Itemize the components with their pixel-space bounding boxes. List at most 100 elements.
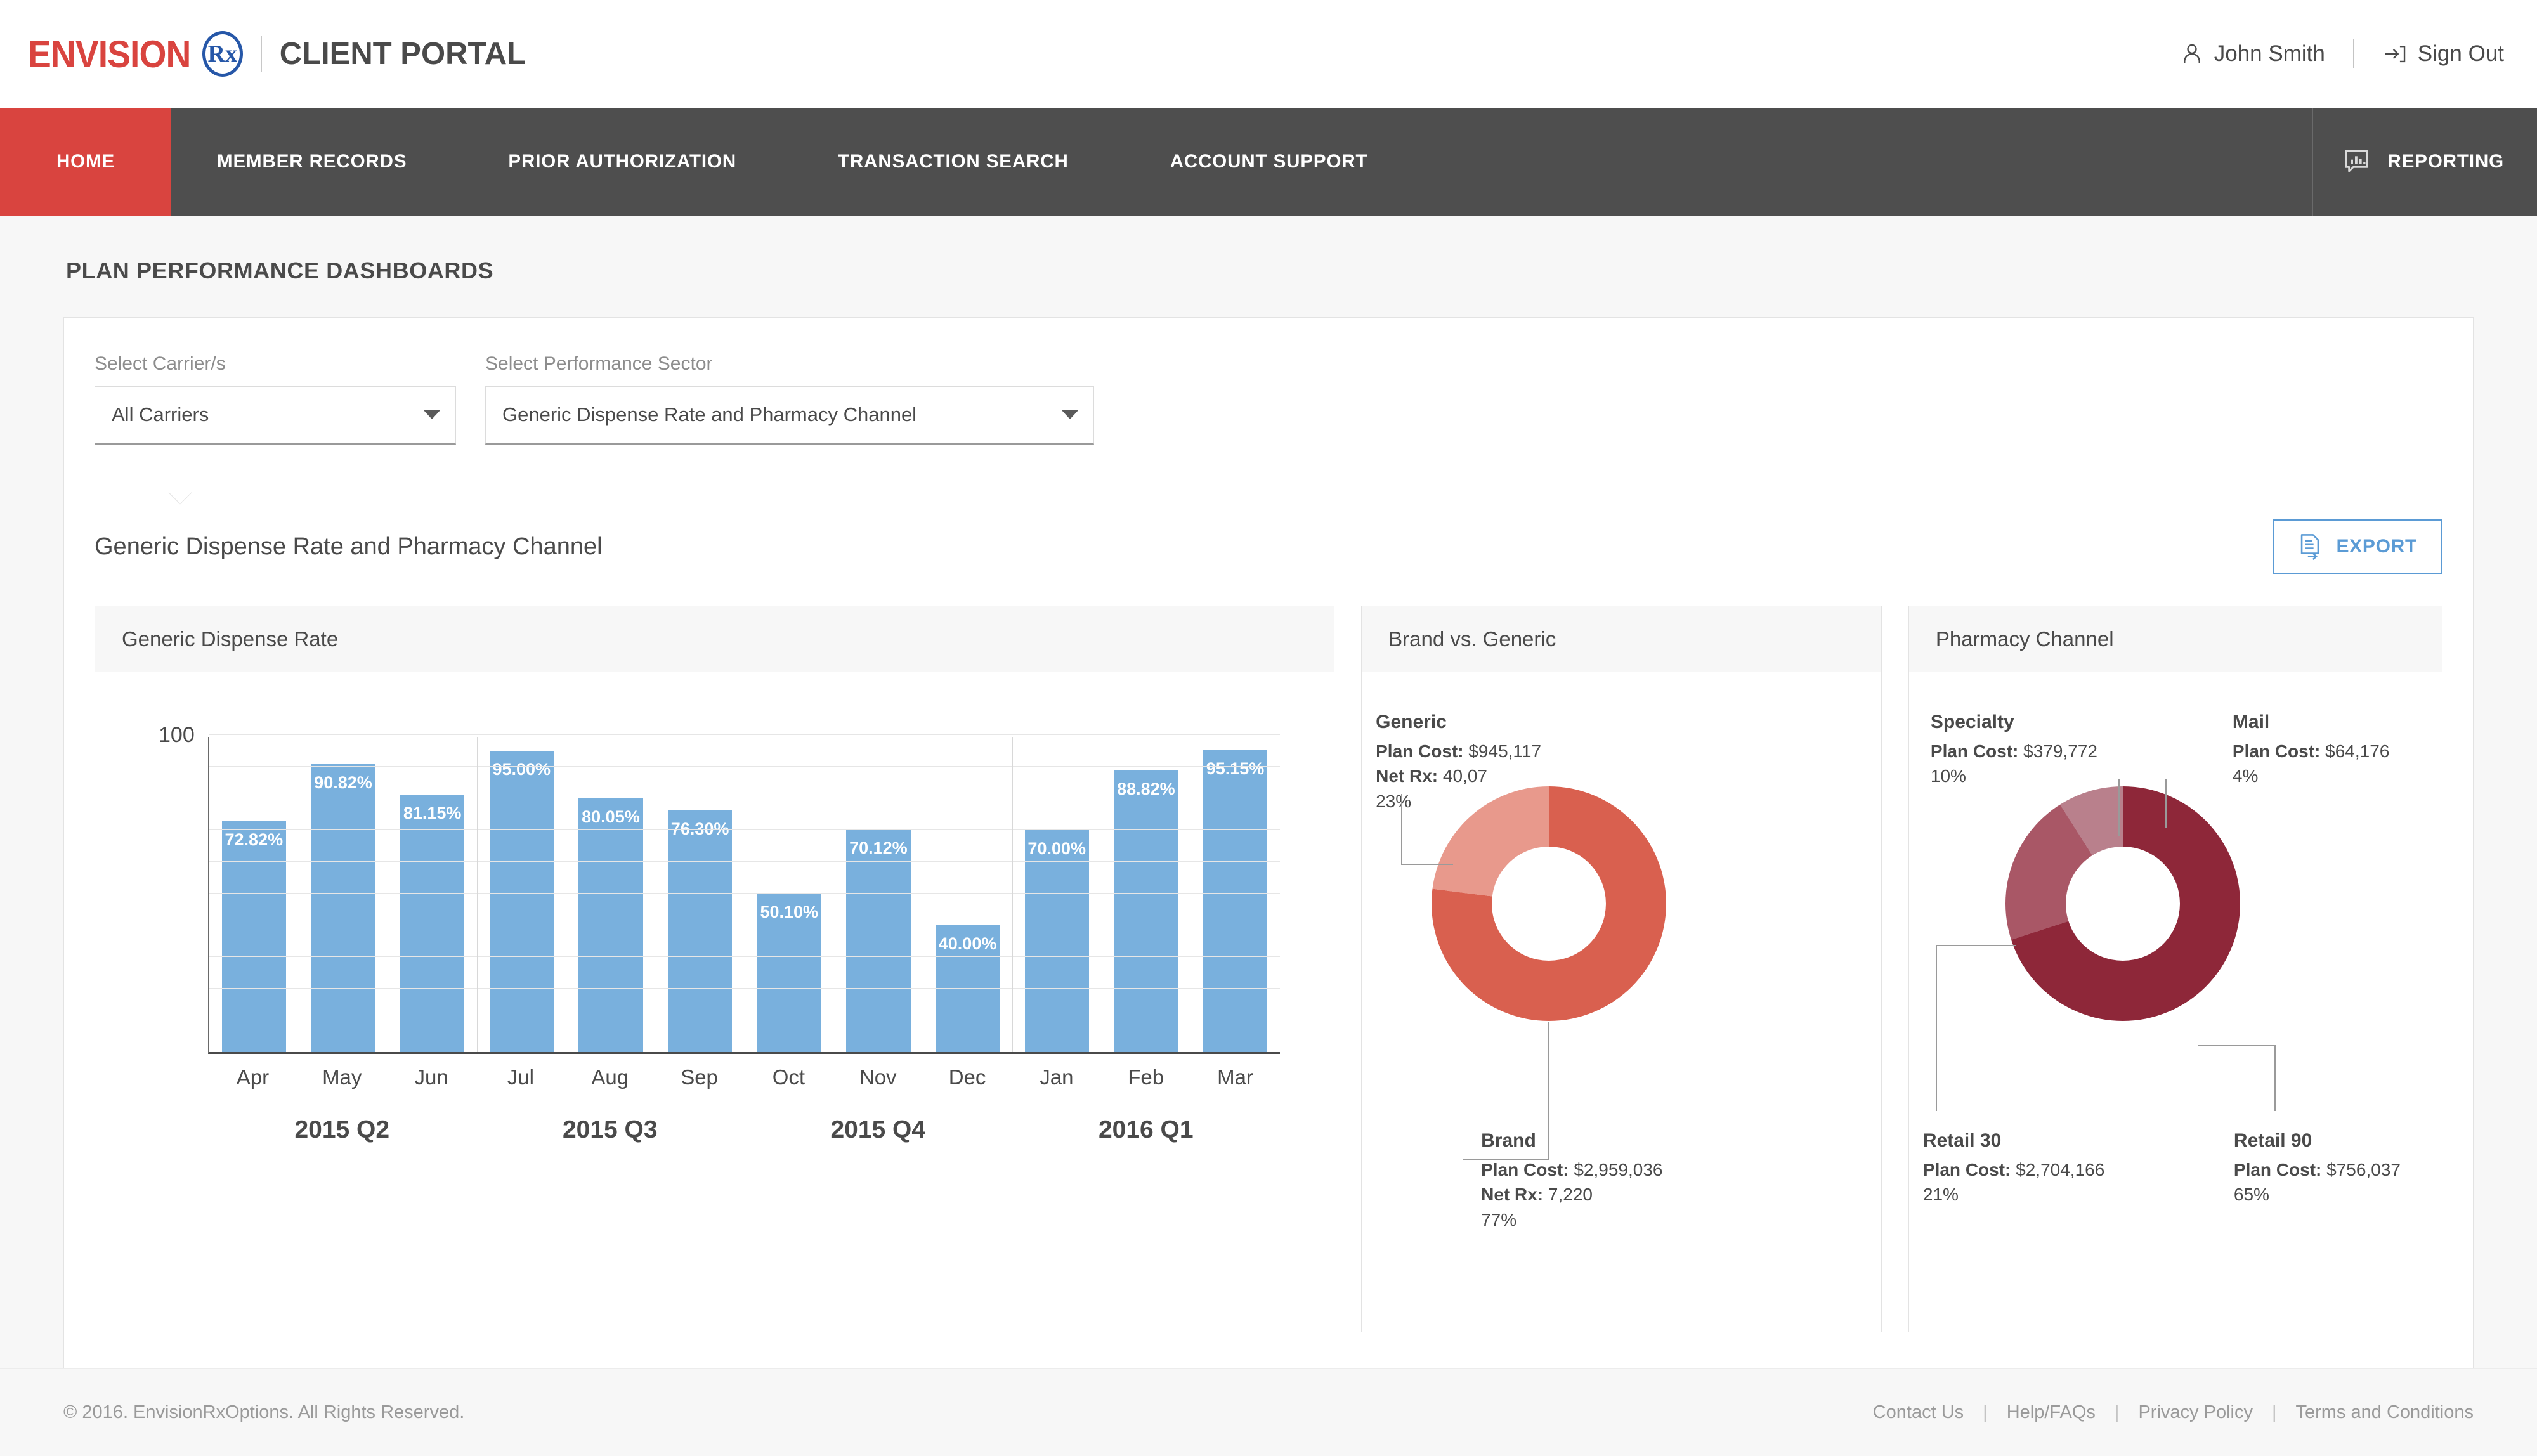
page-title: PLAN PERFORMANCE DASHBOARDS	[66, 257, 494, 283]
x-axis-quarter-label: 2015 Q4	[830, 1116, 926, 1143]
bar-value-label: 72.82%	[225, 829, 284, 849]
callout-generic-net-rx: Net Rx: 40,07	[1376, 764, 1604, 789]
callout-retail-30: Retail 30 Plan Cost: $2,704,166 21%	[1923, 1128, 2139, 1207]
pharmacy-channel-chart: Specialty Plan Cost: $379,772 10% Mail P…	[1909, 672, 2442, 1332]
bar-slot: 81.15%	[388, 737, 477, 1052]
main-navigation: HOME MEMBER RECORDS PRIOR AUTHORIZATION …	[0, 108, 2537, 216]
nav-item-account-support[interactable]: ACCOUNT SUPPORT	[1142, 108, 1396, 216]
bar-slot: 88.82%	[1102, 737, 1191, 1052]
performance-sector-select[interactable]: Generic Dispense Rate and Pharmacy Chann…	[485, 386, 1094, 445]
gridline	[209, 734, 1280, 735]
leader-line-retail30-h	[1935, 945, 2016, 946]
carrier-select[interactable]: All Carriers	[95, 386, 456, 445]
callout-specialty-name: Specialty	[1930, 712, 2014, 732]
callout-retail-90-plan-cost: Plan Cost: $756,037	[2234, 1157, 2449, 1183]
nav-item-reporting[interactable]: REPORTING	[2311, 108, 2537, 216]
plan-cost-label: Plan Cost:	[1481, 1159, 1569, 1180]
callout-generic: Generic Plan Cost: $945,117 Net Rx: 40,0…	[1376, 709, 1604, 814]
bar-value-label: 70.00%	[1027, 839, 1086, 858]
footer-link-help-faqs[interactable]: Help/FAQs	[2007, 1402, 2096, 1423]
x-axis-month-label: Apr	[236, 1065, 270, 1089]
carrier-select-value: All Carriers	[112, 403, 209, 426]
nav-label-prior-authorization: PRIOR AUTHORIZATION	[508, 151, 737, 172]
generic-dispense-rate-card-title: Generic Dispense Rate	[95, 606, 1334, 672]
donut-hole	[1492, 847, 1607, 961]
footer-link-contact-us[interactable]: Contact Us	[1873, 1402, 1964, 1423]
footer-link-privacy-policy[interactable]: Privacy Policy	[2138, 1402, 2253, 1423]
sign-out-button[interactable]: Sign Out	[2382, 41, 2504, 67]
leader-line-brand-v	[1548, 1022, 1550, 1160]
footer-link-terms-and-conditions[interactable]: Terms and Conditions	[2296, 1402, 2474, 1423]
bar[interactable]: 72.82%	[221, 821, 286, 1052]
bar[interactable]: 88.82%	[1114, 770, 1178, 1052]
callout-specialty-percent: 10%	[1930, 766, 1966, 786]
export-document-icon	[2301, 534, 2319, 560]
brand-name: ENVISION	[28, 32, 191, 75]
nav-item-transaction-search[interactable]: TRANSACTION SEARCH	[810, 108, 1097, 216]
copyright-text: © 2016. EnvisionRxOptions. All Rights Re…	[63, 1402, 465, 1422]
donut-hole	[2065, 847, 2180, 961]
callout-mail: Mail Plan Cost: $64,176 4%	[2233, 709, 2442, 789]
footer-links: Contact Us | Help/FAQs | Privacy Policy | Term…	[1873, 1402, 2474, 1423]
plan-cost-value: $2,704,166	[2016, 1159, 2105, 1180]
nav-item-member-records[interactable]: MEMBER RECORDS	[189, 108, 434, 216]
bar[interactable]: 70.12%	[846, 829, 911, 1052]
bar[interactable]: 50.10%	[757, 893, 821, 1052]
callout-generic-plan-cost: Plan Cost: $945,117	[1376, 739, 1604, 764]
bar[interactable]: 76.30%	[667, 810, 733, 1052]
sign-out-label: Sign Out	[2417, 41, 2504, 66]
nav-label-reporting: REPORTING	[2387, 151, 2504, 172]
leader-line-retail30-v	[1935, 945, 1937, 1111]
nav-label-account-support: ACCOUNT SUPPORT	[1170, 151, 1368, 172]
bar-value-label: 40.00%	[938, 934, 997, 953]
plan-cost-label: Plan Cost:	[1922, 1159, 2011, 1180]
bar-value-label: 70.12%	[849, 838, 908, 858]
bar-value-label: 76.30%	[670, 819, 729, 838]
brand-vs-generic-card-title: Brand vs. Generic	[1362, 606, 1881, 672]
x-axis-quarter-label: 2015 Q3	[562, 1116, 658, 1143]
bar[interactable]: 81.15%	[400, 795, 465, 1052]
net-rx-value: 7,220	[1548, 1185, 1593, 1205]
quarter-separator	[1012, 737, 1013, 1052]
nav-label-member-records: MEMBER RECORDS	[217, 151, 407, 172]
x-axis-quarter-label: 2015 Q2	[294, 1116, 390, 1143]
callout-specialty-plan-cost: Plan Cost: $379,772	[1931, 739, 2140, 764]
callout-retail-30-name: Retail 30	[1922, 1130, 2002, 1151]
leader-line-brand-h	[1463, 1159, 1550, 1160]
brand-logo[interactable]: ENVISION Rx CLIENT PORTAL	[28, 31, 526, 77]
section-title: Generic Dispense Rate and Pharmacy Chann…	[95, 533, 603, 560]
bar[interactable]: 90.82%	[311, 764, 375, 1052]
bar[interactable]: 40.00%	[935, 925, 1000, 1052]
user-name: John Smith	[2214, 41, 2325, 66]
x-axis-month-label: Mar	[1217, 1065, 1253, 1089]
chevron-down-icon	[1062, 410, 1078, 419]
bar-slot: 50.10%	[745, 737, 834, 1052]
nav-item-prior-authorization[interactable]: PRIOR AUTHORIZATION	[480, 108, 764, 216]
callout-mail-percent: 4%	[2232, 766, 2259, 786]
user-menu[interactable]: John Smith	[2180, 41, 2325, 67]
nav-item-home[interactable]: HOME	[0, 108, 171, 216]
chevron-down-icon	[424, 410, 440, 419]
export-button[interactable]: EXPORT	[2273, 519, 2442, 574]
bar[interactable]: 95.15%	[1203, 750, 1268, 1052]
x-axis-month-label: Nov	[859, 1065, 897, 1089]
leader-line-retail90-h	[2198, 1045, 2276, 1046]
bar-slot: 95.15%	[1190, 737, 1280, 1052]
bar-value-label: 81.15%	[403, 803, 462, 823]
x-axis-month-label: Jul	[507, 1065, 534, 1089]
bar-value-label: 95.00%	[492, 760, 551, 779]
plan-cost-label: Plan Cost:	[2232, 741, 2321, 761]
bar-slot: 95.00%	[477, 737, 566, 1052]
callout-generic-name: Generic	[1376, 712, 1447, 732]
bar-slot: 70.00%	[1012, 737, 1102, 1052]
x-axis-month-label: Jun	[414, 1065, 448, 1089]
sector-filter-label: Select Performance Sector	[485, 353, 713, 374]
person-icon	[2183, 44, 2200, 64]
bar[interactable]: 70.00%	[1024, 830, 1089, 1052]
leader-line-mail-v	[2165, 779, 2167, 828]
bar-slot: 40.00%	[923, 737, 1012, 1052]
footer-link-separator: |	[2114, 1402, 2120, 1422]
nav-items: HOME MEMBER RECORDS PRIOR AUTHORIZATION …	[0, 108, 2312, 216]
dashboard-cards: Generic Dispense Rate 100 72.82% 90.82% 81…	[64, 574, 2473, 1332]
bar[interactable]: 95.00%	[489, 751, 554, 1052]
